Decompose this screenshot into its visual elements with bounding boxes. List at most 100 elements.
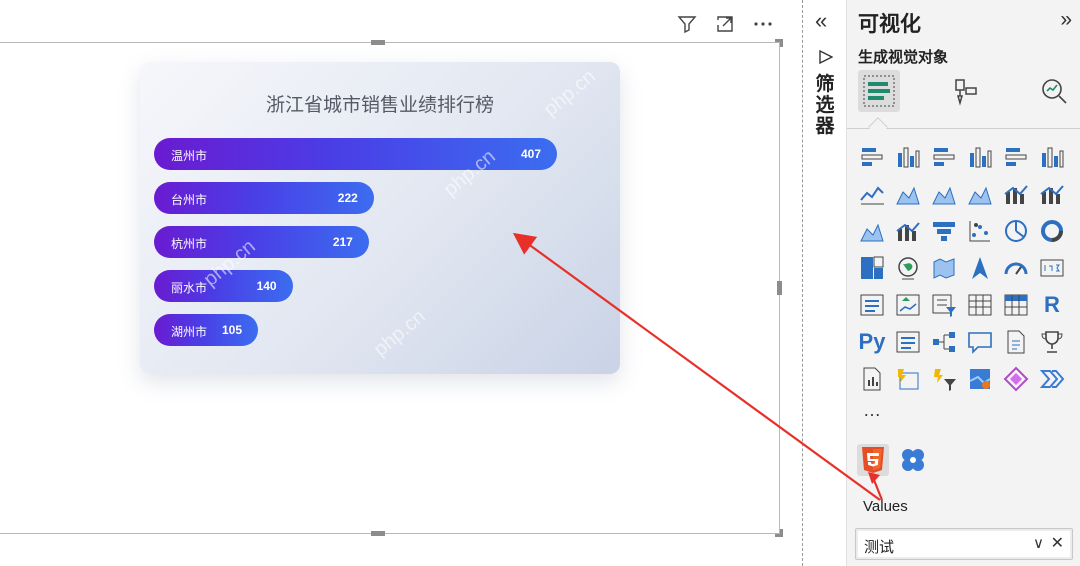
- stacked-column-icon[interactable]: [893, 142, 923, 172]
- html5-icon: [862, 447, 884, 473]
- python-visual-icon-label: Py: [858, 329, 886, 354]
- goals-icon[interactable]: [1037, 327, 1067, 357]
- format-visual-tab[interactable]: [944, 70, 986, 112]
- power-apps-icon[interactable]: [893, 364, 923, 394]
- 100-column-icon[interactable]: [1037, 142, 1067, 172]
- qa-icon[interactable]: [965, 327, 995, 357]
- expand-pane-button[interactable]: »: [1060, 8, 1072, 32]
- build-visual-tab[interactable]: [858, 70, 900, 112]
- bar-list: 温州市 407 台州市 222 杭州市 217 丽水市 140 湖州市 105: [154, 138, 594, 358]
- power-automate-icon[interactable]: [929, 364, 959, 394]
- table-icon[interactable]: [965, 290, 995, 320]
- azure-map-icon[interactable]: [965, 253, 995, 283]
- stacked-area-icon[interactable]: [929, 179, 959, 209]
- line-chart-icon[interactable]: [857, 179, 887, 209]
- arcgis-icon[interactable]: [965, 364, 995, 394]
- visualizations-pane: 可视化 » 生成视觉对象 R Py … Values 测试 ∨ ✕: [846, 0, 1080, 566]
- resize-handle-top[interactable]: [371, 40, 385, 45]
- area-chart-icon[interactable]: [893, 179, 923, 209]
- line-column-icon[interactable]: [1001, 179, 1031, 209]
- visual-type-grid: R Py: [857, 142, 1073, 401]
- bar-value-label: 222: [337, 191, 358, 205]
- powerbi-window: 浙江省城市销售业绩排行榜 温州市 407 台州市 222 杭州市 217 丽水市 140 湖州市…: [0, 0, 1080, 566]
- card-icon[interactable]: [1037, 253, 1067, 283]
- filter-pane-icon: [819, 49, 834, 69]
- line-clustered-column-icon[interactable]: [1037, 179, 1067, 209]
- filter-pane-label[interactable]: 筛选器: [814, 74, 836, 137]
- filter-pane-collapsed[interactable]: « 筛选器: [804, 0, 846, 566]
- kpi-icon[interactable]: [893, 290, 923, 320]
- custom-visuals-row: [857, 444, 929, 476]
- ribbon-area-icon[interactable]: [965, 179, 995, 209]
- 100-bar-icon[interactable]: [1001, 142, 1031, 172]
- build-visual-icon: [863, 75, 895, 107]
- values-well-label: Values: [863, 498, 908, 515]
- focus-mode-icon[interactable]: [713, 12, 737, 36]
- field-value: 测试: [864, 539, 895, 556]
- collapse-panes-button[interactable]: «: [815, 8, 827, 34]
- bar-category-label: 温州市: [171, 149, 208, 163]
- values-field-well[interactable]: 测试 ∨ ✕: [855, 528, 1073, 560]
- slicer-icon[interactable]: [929, 290, 959, 320]
- bar-value-label: 217: [332, 235, 353, 249]
- paginated-report-icon[interactable]: [857, 364, 887, 394]
- key-influencers-icon[interactable]: [893, 327, 923, 357]
- stacked-bar-icon[interactable]: [857, 142, 887, 172]
- treemap-icon[interactable]: [857, 253, 887, 283]
- bar-1[interactable]: 温州市 407: [154, 138, 557, 170]
- bar-category-label: 杭州市: [171, 237, 208, 251]
- html-visual-button[interactable]: [857, 444, 889, 476]
- bar-category-label: 湖州市: [171, 325, 208, 339]
- chevron-down-icon[interactable]: ∨: [1033, 534, 1044, 552]
- multi-row-card-icon[interactable]: [857, 290, 887, 320]
- filter-icon[interactable]: [675, 12, 699, 36]
- resize-handle-top-right[interactable]: [775, 39, 783, 47]
- bar-category-label: 丽水市: [171, 281, 208, 295]
- scatter-icon[interactable]: [965, 216, 995, 246]
- gauge-icon[interactable]: [1001, 253, 1031, 283]
- more-visuals-button[interactable]: …: [863, 400, 882, 421]
- pane-divider: [802, 0, 803, 566]
- custom-visual-button[interactable]: [897, 444, 929, 476]
- power-bi-visual-icon[interactable]: [1001, 364, 1031, 394]
- bar-2[interactable]: 台州市 222: [154, 182, 374, 214]
- chart-title: 浙江省城市销售业绩排行榜: [265, 95, 494, 116]
- close-icon[interactable]: ✕: [1051, 533, 1064, 553]
- bar-row: 温州市 407: [154, 138, 594, 170]
- custom-visual-icon: [902, 449, 924, 471]
- bar-3[interactable]: 杭州市 217: [154, 226, 369, 258]
- bar-row: 丽水市 140: [154, 270, 594, 302]
- resize-handle-right[interactable]: [777, 281, 782, 295]
- funnel-icon[interactable]: [929, 216, 959, 246]
- bar-4[interactable]: 丽水市 140: [154, 270, 293, 302]
- resize-handle-bottom[interactable]: [371, 531, 385, 536]
- more-options-icon[interactable]: [751, 12, 775, 36]
- clustered-column-icon[interactable]: [965, 142, 995, 172]
- report-canvas[interactable]: 浙江省城市销售业绩排行榜 温州市 407 台州市 222 杭州市 217 丽水市 140 湖州市…: [0, 0, 803, 566]
- python-visual-icon[interactable]: Py: [857, 327, 887, 357]
- filled-map-icon[interactable]: [929, 253, 959, 283]
- ribbon-chart-icon[interactable]: [857, 216, 887, 246]
- bar-row: 台州市 222: [154, 182, 594, 214]
- r-visual-icon[interactable]: R: [1037, 290, 1067, 320]
- bar-category-label: 台州市: [171, 193, 208, 207]
- waterfall-icon[interactable]: [893, 216, 923, 246]
- decomposition-tree-icon[interactable]: [929, 327, 959, 357]
- smart-narrative-icon[interactable]: [1001, 327, 1031, 357]
- section-title: 生成视觉对象: [858, 49, 949, 66]
- visual-header: [675, 12, 775, 36]
- ranking-card: 浙江省城市销售业绩排行榜 温州市 407 台州市 222 杭州市 217 丽水市 140 湖州市…: [140, 62, 620, 374]
- narrative-icon[interactable]: [1037, 364, 1067, 394]
- resize-handle-bottom-right[interactable]: [775, 529, 783, 537]
- pie-icon[interactable]: [1001, 216, 1031, 246]
- r-visual-icon-label: R: [1044, 292, 1060, 317]
- bar-5[interactable]: 湖州市 105: [154, 314, 258, 346]
- bar-value-label: 407: [520, 147, 541, 161]
- matrix-icon[interactable]: [1001, 290, 1031, 320]
- donut-icon[interactable]: [1037, 216, 1067, 246]
- clustered-bar-icon[interactable]: [929, 142, 959, 172]
- analytics-magnifier-icon: [1042, 79, 1067, 104]
- analytics-tab[interactable]: [1033, 70, 1075, 112]
- pane-title: 可视化: [858, 13, 921, 36]
- map-icon[interactable]: [893, 253, 923, 283]
